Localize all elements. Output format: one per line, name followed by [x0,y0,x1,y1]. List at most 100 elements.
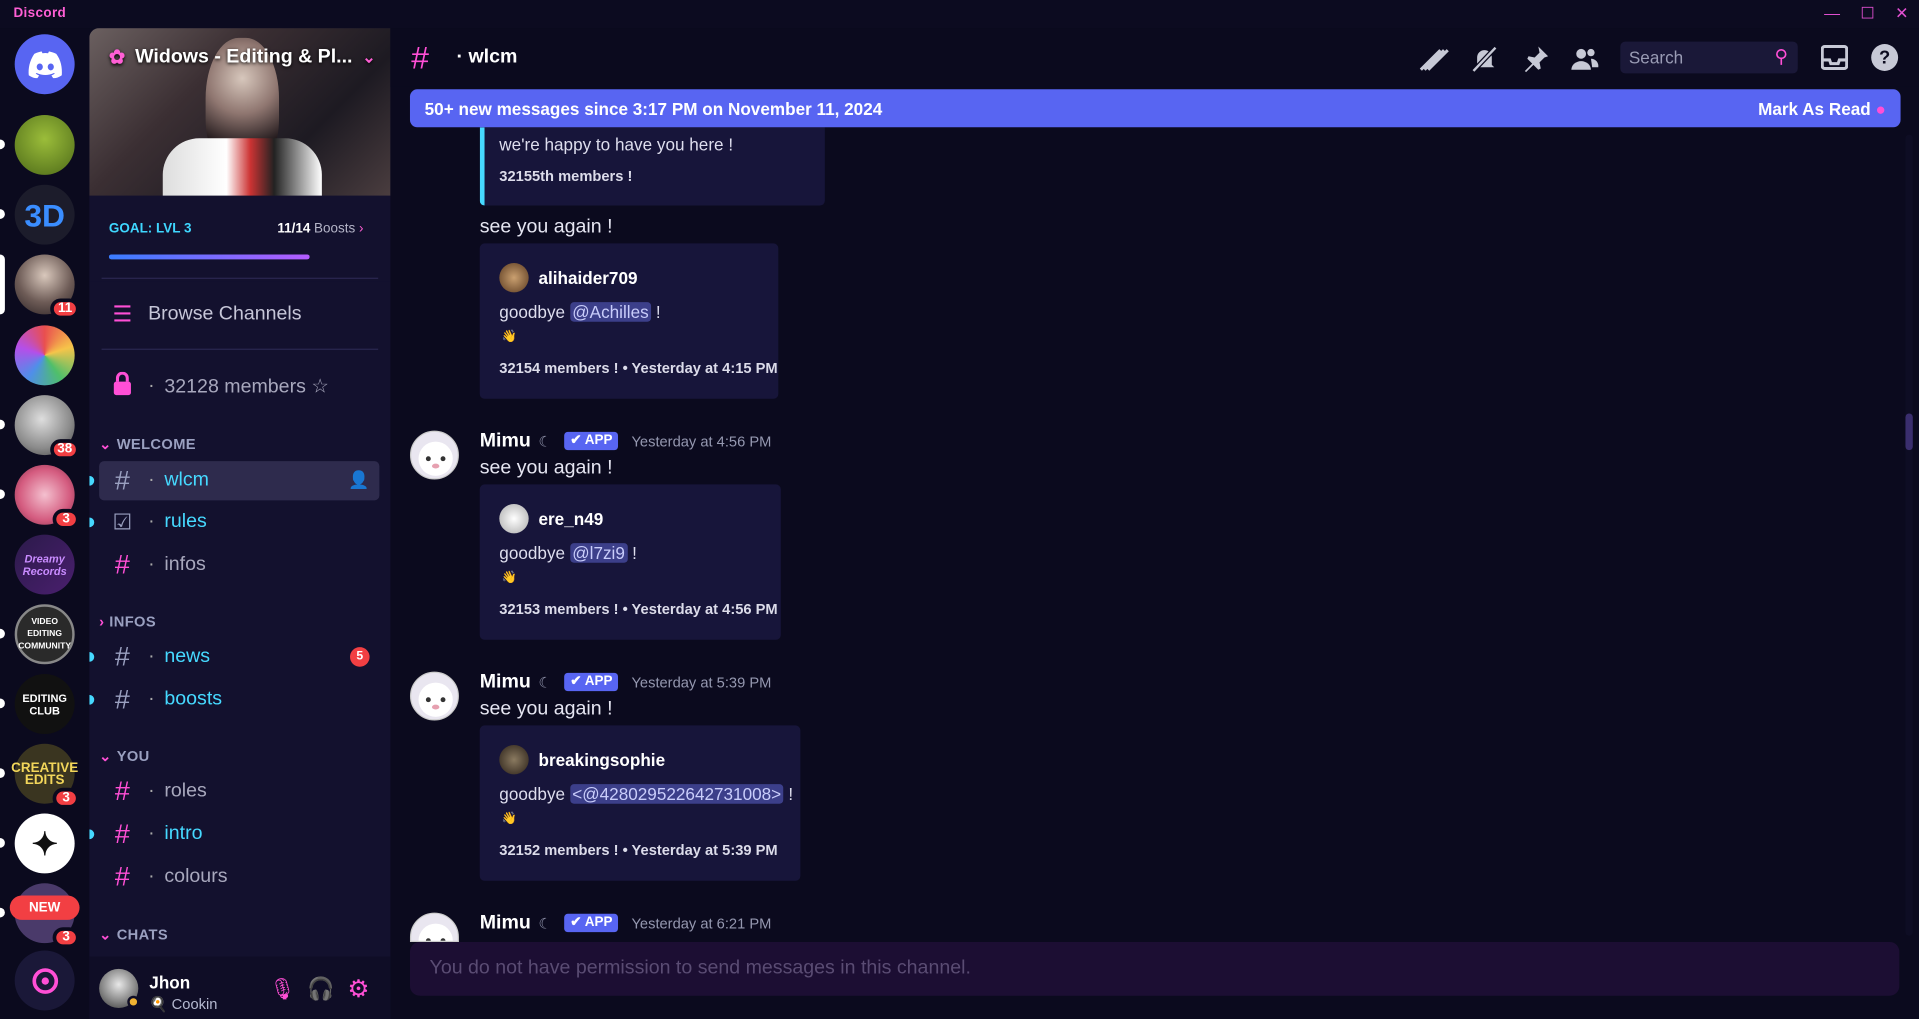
message-author[interactable]: Mimu [480,913,531,935]
message-text: see you again ! [479,216,613,238]
hash-icon: # [411,39,429,76]
user-mention[interactable]: @l7zi9 [569,543,628,563]
server-icon[interactable]: Dreamy Records [14,534,75,595]
channel-members[interactable]: · 32128 members ☆ [99,367,379,406]
search-input[interactable]: Search ⚲ [1620,41,1798,74]
user-mention[interactable]: @Achilles [569,302,652,322]
avatar [499,503,529,534]
compass-icon [14,950,75,1011]
avatar [499,263,529,293]
discover-button[interactable] [14,950,75,1011]
notification-bell-muted-icon[interactable] [1470,44,1499,81]
server-icon[interactable]: EDITING CLUB [0,674,75,734]
user-mention[interactable]: <@428029522642731008> [569,784,784,804]
mention-badge: 38 [49,439,80,460]
server-icon[interactable]: NEW 3 [0,883,80,949]
channel-infos[interactable]: # · infos [99,546,379,585]
unread-badge: 5 [350,647,370,667]
inbox-icon[interactable] [1820,44,1849,78]
embed-body: goodbye <@428029522642731008> ! [499,784,794,804]
message-text: see you again ! [479,457,613,479]
embed-footer: 32154 members ! • Yesterday at 4:15 PM [499,359,778,377]
server-name-button[interactable]: ✿ Widows - Editing & Pl... ⌄ [109,45,376,69]
timestamp[interactable]: Yesterday at 6:21 PM [631,915,771,932]
hash-icon: # [114,549,130,580]
category-chats[interactable]: ⌄ CHATS [99,926,168,943]
channel-boosts[interactable]: # · boosts [89,680,379,719]
server-icon[interactable]: CREATIVE EDITS 3 [0,743,80,809]
avatar[interactable] [409,912,459,942]
maximize-button[interactable]: ☐ [1854,2,1881,24]
user-status: 🍳 Cookin [149,995,218,1013]
category-infos[interactable]: › INFOS [99,613,156,630]
member-list-icon[interactable] [1570,44,1599,81]
add-member-icon[interactable]: 👤 [348,470,369,491]
close-button[interactable]: ✕ [1888,2,1915,24]
mention-badge: 11 [50,298,80,320]
new-messages-bar[interactable]: 50+ new messages since 3:17 PM on Novemb… [409,89,1901,128]
welcome-embed: we're happy to have you here ! 32155th m… [479,127,825,206]
mention-badge: 3 [52,787,80,809]
headphones-icon[interactable]: 🎧 [307,976,334,1002]
hash-icon: # [114,861,130,892]
server-icon[interactable]: ✦ [0,813,75,874]
category-you[interactable]: ⌄ YOU [99,747,150,764]
category-welcome[interactable]: ⌄ WELCOME [99,435,196,452]
embed-footer: 32152 members ! • Yesterday at 5:39 PM [499,841,778,859]
embed-body: goodbye @Achilles ! [499,302,661,322]
username[interactable]: Jhon [149,973,190,993]
mention-badge: 3 [52,508,80,530]
server-icon[interactable]: 38 [0,395,80,460]
server-icon[interactable] [14,325,75,386]
hash-icon: # [114,818,130,849]
channel-colours[interactable]: # · colours [99,858,379,897]
avatar [499,744,529,775]
app-badge: ✔ APP [564,672,619,692]
boost-goal[interactable]: GOAL: LVL 3 11/14 Boosts › [89,195,391,282]
lock-icon [109,371,136,402]
wave-emoji-icon: 👋 [501,812,517,826]
server-icon-active[interactable]: 11 [0,254,80,320]
server-icon[interactable]: 3D [0,184,75,245]
server-name: Widows - Editing & Pl... [135,46,353,68]
chevron-down-icon: ⌄ [362,47,376,67]
goodbye-embed: ere_n49 goodbye @l7zi9 ! 👋 32153 members… [479,484,781,640]
timestamp[interactable]: Yesterday at 5:39 PM [631,674,771,691]
scrollbar-track[interactable] [1905,134,1913,936]
server-icon[interactable]: VIDEO EDITING COMMUNITY [0,604,75,665]
moon-icon: ☾ [538,915,552,933]
channel-roles[interactable]: # · roles [99,772,379,811]
browse-channels-icon: ☰ [112,301,133,327]
hash-icon: # [114,464,130,496]
rules-checkbox-icon: ☑ [112,509,133,534]
pin-icon[interactable] [1521,44,1550,81]
threads-icon[interactable] [1419,45,1449,79]
channel-sidebar: ✿ Widows - Editing & Pl... ⌄ GOAL: LVL 3… [89,28,391,1019]
timestamp[interactable]: Yesterday at 4:56 PM [631,433,771,450]
embed-body: goodbye @l7zi9 ! [499,543,637,563]
channel-rules[interactable]: ☑ · rules [89,503,379,542]
discord-logo-icon [14,34,75,95]
title-bar: Discord — ☐ ✕ [0,0,1919,29]
avatar[interactable] [409,671,459,721]
message-author[interactable]: Mimu [480,672,531,694]
search-icon: ⚲ [1774,46,1788,68]
server-icon[interactable]: 3 [0,464,80,530]
minimize-button[interactable]: — [1819,2,1846,24]
microphone-icon[interactable]: 🎙 [269,977,295,1001]
browse-channels-button[interactable]: ☰ Browse Channels [99,295,379,334]
channel-intro[interactable]: # · intro [89,815,379,854]
mark-as-read-button[interactable]: Mark As Read ● [1758,98,1886,118]
server-home[interactable] [14,34,75,95]
app-badge: ✔ APP [564,913,619,933]
channel-news[interactable]: # · news 5 [89,637,379,676]
scrollbar-thumb[interactable] [1905,413,1913,451]
hash-icon: # [114,775,130,807]
moon-icon: ☾ [538,674,552,692]
avatar[interactable] [409,430,459,480]
server-icon[interactable] [0,114,75,175]
gear-icon[interactable]: ⚙ [348,974,370,1005]
channel-wlcm[interactable]: # · wlcm 👤 [89,461,380,501]
help-icon[interactable]: ? [1870,43,1899,80]
message-author[interactable]: Mimu [480,431,531,453]
